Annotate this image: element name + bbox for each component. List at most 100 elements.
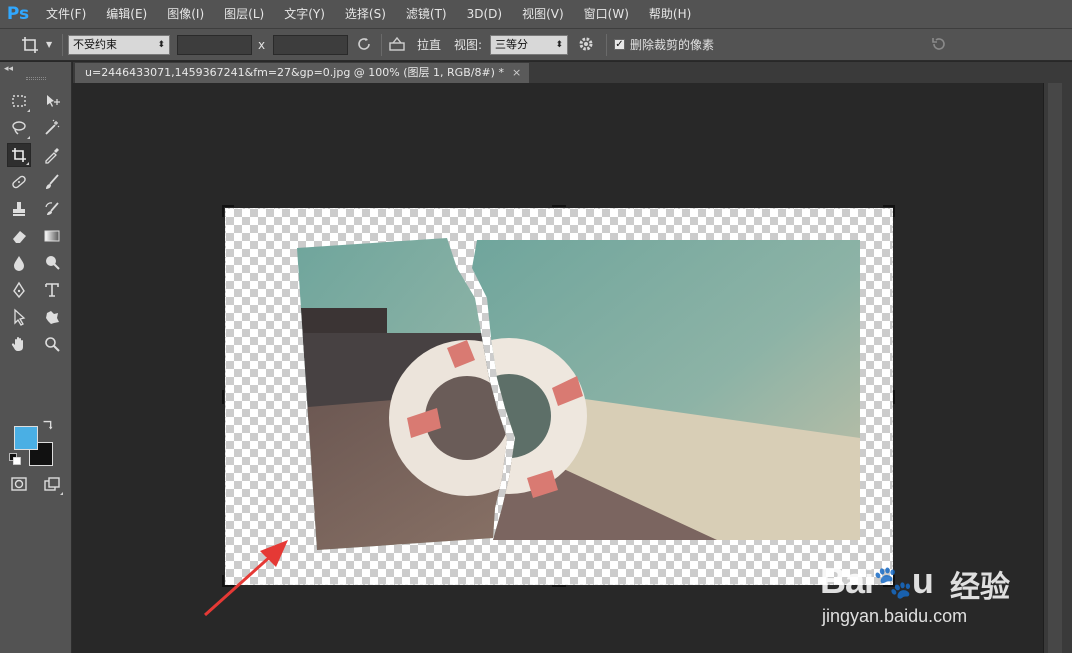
delete-cropped-label: 删除裁剪的像素 (630, 38, 715, 52)
swap-colors-button[interactable] (40, 418, 56, 434)
blur-tool[interactable] (7, 251, 31, 275)
default-colors-button[interactable] (8, 452, 22, 466)
eraser-tool[interactable] (7, 224, 31, 248)
swap-dimension-label: x (258, 38, 266, 52)
gear-icon (579, 37, 593, 51)
menu-image[interactable]: 图像(I) (157, 0, 214, 28)
watermark-cn: 经验 (950, 570, 1010, 605)
menu-type[interactable]: 文字(Y) (274, 0, 335, 28)
magic-wand-icon (45, 119, 60, 135)
crop-handle-bottom-center[interactable] (552, 585, 566, 587)
overlay-view-select[interactable]: 三等分 ⬍ (490, 35, 568, 55)
width-input[interactable] (177, 35, 252, 55)
zoom-tool[interactable] (40, 332, 64, 356)
reset-crop-button[interactable] (930, 35, 952, 55)
menu-file[interactable]: 文件(F) (36, 0, 96, 28)
document-tab[interactable]: u=2446433071,1459367241&fm=27&gp=0.jpg @… (75, 63, 530, 83)
separator (62, 34, 63, 56)
paw-icon: 🐾 (873, 564, 913, 600)
eyedropper-tool[interactable] (40, 143, 64, 167)
crop-options-button[interactable] (577, 35, 601, 55)
aspect-ratio-value: 不受约束 (73, 38, 117, 51)
crop-handle-top-center[interactable] (552, 205, 566, 207)
separator (381, 34, 382, 56)
menu-window[interactable]: 窗口(W) (574, 0, 639, 28)
dodge-tool[interactable] (40, 251, 64, 275)
gradient-tool[interactable] (40, 224, 64, 248)
options-bar: ▼ 不受约束 ⬍ x 拉直 视图: 三等分 ⬍ ✓ 删除裁剪的像素 (0, 28, 1072, 61)
foreground-color-swatch[interactable] (14, 426, 38, 450)
lasso-tool[interactable] (7, 116, 31, 140)
pen-tool[interactable] (7, 278, 31, 302)
water-drop-icon (14, 256, 24, 271)
path-selection-tool[interactable] (7, 305, 31, 329)
menu-select[interactable]: 选择(S) (335, 0, 396, 28)
custom-shape-tool[interactable] (40, 305, 64, 329)
delete-cropped-checkbox[interactable]: ✓ (614, 39, 625, 50)
overlay-view-value: 三等分 (495, 38, 528, 51)
swap-button[interactable] (355, 35, 375, 55)
magnifier-icon (45, 337, 60, 352)
canvas-photo (297, 238, 860, 550)
stamp-icon (13, 202, 25, 216)
panel-grip[interactable] (26, 77, 46, 80)
hand-tool[interactable] (7, 332, 31, 356)
crop-handle-right-center[interactable] (893, 390, 895, 404)
straighten-label[interactable]: 拉直 (417, 35, 447, 55)
marquee-tool[interactable] (7, 89, 31, 113)
collapse-panel-icon[interactable]: ◂◂ (4, 64, 13, 74)
quick-mask-button[interactable] (7, 472, 31, 496)
default-colors-icon (9, 453, 21, 465)
crop-tool-preset-button[interactable] (20, 35, 44, 55)
magic-wand-tool[interactable] (40, 116, 64, 140)
undo-icon (932, 38, 945, 50)
screen-mode-button[interactable] (40, 472, 64, 496)
gradient-icon (44, 230, 60, 242)
hand-icon (11, 337, 23, 351)
direct-select-arrow-icon (14, 308, 26, 326)
level-icon (389, 36, 405, 51)
tool-flyout-indicator (27, 136, 30, 139)
preset-dropdown-arrow-icon[interactable]: ▼ (46, 35, 56, 55)
photoshop-logo: Ps (6, 4, 30, 24)
select-arrows-icon: ⬍ (157, 40, 165, 50)
rotate-swap-icon (358, 38, 370, 50)
type-tool[interactable] (40, 278, 64, 302)
select-arrows-icon: ⬍ (555, 40, 563, 50)
dodge-icon (46, 256, 60, 270)
menu-layer[interactable]: 图层(L) (214, 0, 274, 28)
swap-arrows-icon (43, 420, 53, 430)
crop-handle-left-center[interactable] (222, 390, 224, 404)
aspect-ratio-select[interactable]: 不受约束 ⬍ (68, 35, 170, 55)
menu-edit[interactable]: 编辑(E) (96, 0, 157, 28)
straighten-button[interactable] (388, 35, 408, 55)
tool-flyout-indicator (26, 162, 29, 165)
menu-help[interactable]: 帮助(H) (639, 0, 701, 28)
type-t-icon (45, 283, 59, 297)
view-label: 视图: (454, 38, 483, 52)
quick-mask-icon (11, 477, 27, 491)
menu-view[interactable]: 视图(V) (512, 0, 574, 28)
document-tab-strip: u=2446433071,1459367241&fm=27&gp=0.jpg @… (73, 62, 1072, 83)
tool-flyout-indicator (60, 492, 63, 495)
healing-brush-tool[interactable] (7, 170, 31, 194)
separator (606, 34, 607, 56)
crop-handle-top-left-v[interactable] (222, 205, 224, 217)
close-tab-icon[interactable]: × (512, 63, 521, 83)
rect-marquee-icon (12, 95, 26, 107)
crop-handle-top-right-v[interactable] (893, 205, 895, 217)
move-tool[interactable] (40, 89, 64, 113)
brush-icon (46, 174, 59, 189)
history-brush-icon (45, 202, 59, 215)
height-input[interactable] (273, 35, 348, 55)
bandage-icon (12, 175, 26, 189)
watermark-url: jingyan.baidu.com (822, 606, 968, 626)
swatch-spacer (7, 413, 31, 414)
history-brush-tool[interactable] (40, 197, 64, 221)
menu-items: 文件(F) 编辑(E) 图像(I) 图层(L) 文字(Y) 选择(S) 滤镜(T… (36, 0, 701, 28)
menu-filter[interactable]: 滤镜(T) (396, 0, 457, 28)
crop-tool[interactable] (7, 143, 31, 167)
menu-3d[interactable]: 3D(D) (457, 0, 512, 28)
brush-tool[interactable] (40, 170, 64, 194)
clone-stamp-tool[interactable] (7, 197, 31, 221)
